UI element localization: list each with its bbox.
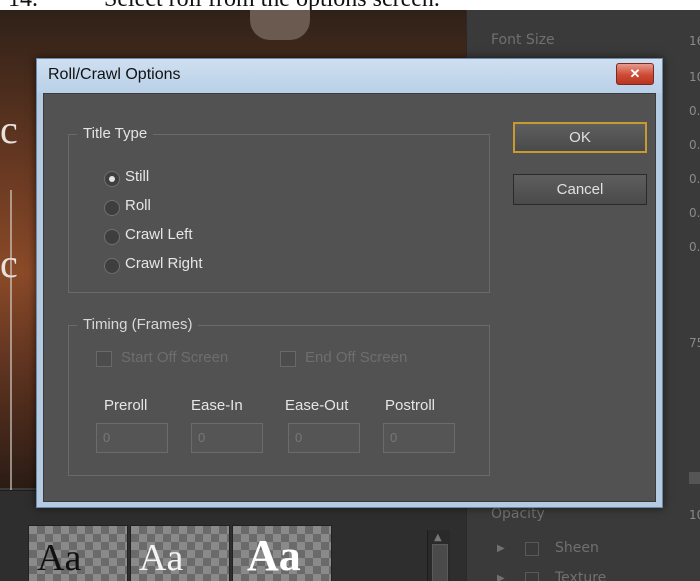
style-tile[interactable]: Aa: [130, 525, 230, 581]
end-off-screen-checkbox[interactable]: [280, 351, 296, 367]
radio-label[interactable]: Crawl Left: [125, 226, 193, 243]
dialog-title: Roll/Crawl Options: [48, 66, 181, 83]
roll-crawl-options-dialog: Roll/Crawl Options ✕ Title Type Still Ro…: [36, 58, 663, 508]
caption-strip: 14. Select roll from the options screen.: [0, 0, 700, 10]
preroll-field[interactable]: 0: [96, 423, 168, 453]
texture-checkbox[interactable]: [525, 572, 539, 581]
texture-label: Texture: [555, 570, 607, 581]
dialog-titlebar[interactable]: Roll/Crawl Options ✕: [37, 59, 662, 93]
property-value[interactable]: 75: [689, 336, 700, 350]
property-value[interactable]: 0.: [689, 138, 700, 152]
close-button[interactable]: ✕: [616, 63, 654, 85]
ok-button[interactable]: OK: [513, 122, 647, 153]
title-type-group: Title Type Still Roll Crawl Left Crawl R…: [68, 125, 490, 293]
start-off-screen-checkbox[interactable]: [96, 351, 112, 367]
ease-in-label: Ease-In: [191, 397, 243, 414]
ease-out-field[interactable]: 0: [288, 423, 360, 453]
opacity-label: Opacity: [491, 506, 545, 522]
color-swatch[interactable]: [689, 472, 700, 484]
video-person: [250, 10, 310, 40]
style-tile[interactable]: Aa: [28, 525, 128, 581]
postroll-label: Postroll: [385, 397, 436, 414]
dialog-body: Title Type Still Roll Crawl Left Crawl R…: [43, 93, 656, 502]
font-size-label: Font Size: [491, 32, 555, 48]
caption-number: 14.: [8, 0, 38, 10]
style-sample-text: Aa: [247, 531, 301, 580]
radio-label[interactable]: Roll: [125, 197, 151, 214]
timing-legend: Timing (Frames): [77, 316, 199, 333]
scroll-up-arrow-icon[interactable]: ▲: [434, 532, 442, 543]
style-sample-text: Aa: [139, 537, 184, 579]
property-value[interactable]: 0.: [689, 206, 700, 220]
radio-button-icon[interactable]: [104, 258, 120, 274]
property-value[interactable]: 0.: [689, 172, 700, 186]
style-tile[interactable]: Aa: [232, 525, 332, 581]
radio-button-icon[interactable]: [104, 200, 120, 216]
property-value[interactable]: 10: [689, 508, 700, 522]
postroll-field[interactable]: 0: [383, 423, 455, 453]
caption-text: Select roll from the options screen.: [104, 0, 440, 10]
radio-label[interactable]: Still: [125, 168, 149, 185]
close-icon: ✕: [629, 66, 641, 81]
radio-label[interactable]: Crawl Right: [125, 255, 203, 272]
scroll-thumb[interactable]: [432, 544, 448, 581]
start-off-screen-label: Start Off Screen: [121, 349, 229, 366]
expand-triangle-icon[interactable]: ▶: [497, 573, 505, 581]
expand-triangle-icon[interactable]: ▶: [497, 543, 505, 554]
timing-group: Timing (Frames) Start Off Screen End Off…: [68, 316, 490, 476]
video-wall-edge: [10, 190, 32, 510]
radio-button-icon[interactable]: [104, 229, 120, 245]
style-sample-text: Aa: [37, 537, 82, 579]
property-value[interactable]: 0.: [689, 240, 700, 254]
styles-scrollbar[interactable]: ▲: [427, 530, 450, 581]
preroll-label: Preroll: [104, 397, 148, 414]
property-value[interactable]: 0.: [689, 104, 700, 118]
title-type-legend: Title Type: [77, 125, 154, 142]
ease-in-field[interactable]: 0: [191, 423, 263, 453]
sheen-checkbox[interactable]: [525, 542, 539, 556]
ease-out-label: Ease-Out: [285, 397, 349, 414]
end-off-screen-label: End Off Screen: [305, 349, 408, 366]
radio-button-icon[interactable]: [104, 171, 120, 187]
video-sign-text: c: [0, 107, 18, 152]
property-value[interactable]: 16: [689, 34, 700, 48]
sheen-label: Sheen: [555, 540, 599, 556]
cancel-button[interactable]: Cancel: [513, 174, 647, 205]
property-value[interactable]: 10: [689, 70, 700, 84]
